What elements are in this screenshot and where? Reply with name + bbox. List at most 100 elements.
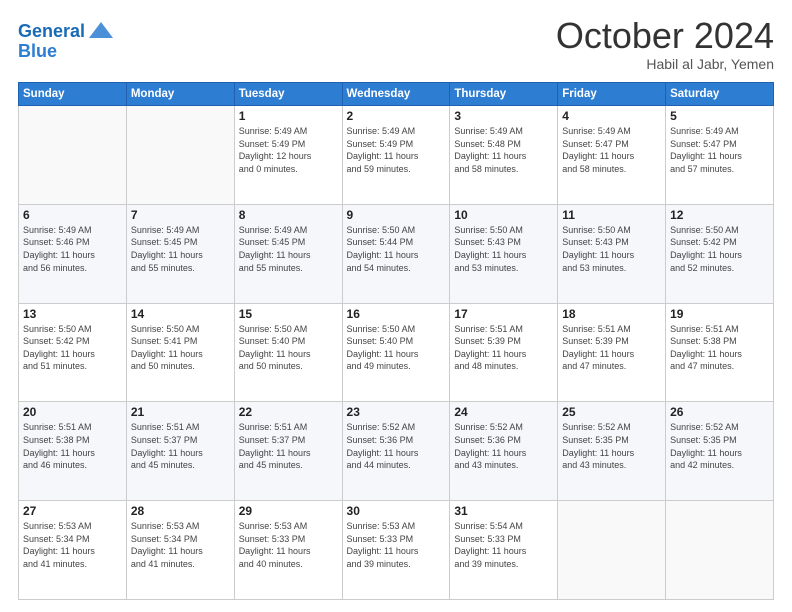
- day-number: 12: [670, 208, 769, 222]
- day-number: 18: [562, 307, 661, 321]
- day-info: Sunrise: 5:51 AM Sunset: 5:39 PM Dayligh…: [562, 323, 661, 373]
- day-number: 6: [23, 208, 122, 222]
- day-number: 8: [239, 208, 338, 222]
- day-info: Sunrise: 5:52 AM Sunset: 5:35 PM Dayligh…: [670, 421, 769, 471]
- calendar-cell: 6Sunrise: 5:49 AM Sunset: 5:46 PM Daylig…: [19, 204, 127, 303]
- day-number: 3: [454, 109, 553, 123]
- calendar-cell: 9 Sunrise: 5:50 AM Sunset: 5:44 PM Daylig…: [342, 204, 450, 303]
- day-info: Sunrise: 5:50 AM Sunset: 5:43 PM Dayligh…: [562, 224, 661, 274]
- day-number: 21: [131, 405, 230, 419]
- calendar-cell: 10 Sunrise: 5:50 AM Sunset: 5:43 PM Dayli…: [450, 204, 558, 303]
- day-number: 11: [562, 208, 661, 222]
- calendar-cell: 25Sunrise: 5:52 AM Sunset: 5:35 PM Dayli…: [558, 402, 666, 501]
- logo-text: General: [18, 22, 85, 42]
- day-number: 7: [131, 208, 230, 222]
- day-number: 29: [239, 504, 338, 518]
- day-info: Sunrise: 5:51 AM Sunset: 5:37 PM Dayligh…: [131, 421, 230, 471]
- day-info: Sunrise: 5:49 AM Sunset: 5:47 PM Dayligh…: [670, 125, 769, 175]
- calendar-cell: 3 Sunrise: 5:49 AM Sunset: 5:48 PM Daylig…: [450, 106, 558, 205]
- day-info: Sunrise: 5:50 AM Sunset: 5:42 PM Dayligh…: [23, 323, 122, 373]
- weekday-header: Friday: [558, 83, 666, 106]
- page: General Blue October 2024 Habil al Jabr,…: [0, 0, 792, 612]
- month-title: October 2024: [556, 18, 774, 54]
- calendar-cell: [126, 106, 234, 205]
- logo-blue: Blue: [18, 42, 57, 62]
- day-number: 16: [347, 307, 446, 321]
- weekday-header: Thursday: [450, 83, 558, 106]
- calendar-cell: 26 Sunrise: 5:52 AM Sunset: 5:35 PM Dayli…: [666, 402, 774, 501]
- day-info: Sunrise: 5:52 AM Sunset: 5:36 PM Dayligh…: [347, 421, 446, 471]
- header: General Blue October 2024 Habil al Jabr,…: [18, 18, 774, 72]
- calendar-week-row: 13 Sunrise: 5:50 AM Sunset: 5:42 PM Dayli…: [19, 303, 774, 402]
- calendar-cell: 20 Sunrise: 5:51 AM Sunset: 5:38 PM Dayli…: [19, 402, 127, 501]
- day-number: 1: [239, 109, 338, 123]
- day-info: Sunrise: 5:52 AM Sunset: 5:36 PM Dayligh…: [454, 421, 553, 471]
- day-info: Sunrise: 5:51 AM Sunset: 5:38 PM Dayligh…: [23, 421, 122, 471]
- day-info: Sunrise: 5:49 AM Sunset: 5:47 PM Dayligh…: [562, 125, 661, 175]
- calendar-week-row: 6Sunrise: 5:49 AM Sunset: 5:46 PM Daylig…: [19, 204, 774, 303]
- day-number: 31: [454, 504, 553, 518]
- calendar-cell: [19, 106, 127, 205]
- day-info: Sunrise: 5:49 AM Sunset: 5:49 PM Dayligh…: [239, 125, 338, 175]
- day-info: Sunrise: 5:53 AM Sunset: 5:33 PM Dayligh…: [347, 520, 446, 570]
- calendar-cell: 21 Sunrise: 5:51 AM Sunset: 5:37 PM Dayli…: [126, 402, 234, 501]
- day-number: 28: [131, 504, 230, 518]
- calendar-cell: 7 Sunrise: 5:49 AM Sunset: 5:45 PM Daylig…: [126, 204, 234, 303]
- logo-general: General: [18, 21, 85, 41]
- day-info: Sunrise: 5:49 AM Sunset: 5:45 PM Dayligh…: [131, 224, 230, 274]
- calendar-cell: 15Sunrise: 5:50 AM Sunset: 5:40 PM Dayli…: [234, 303, 342, 402]
- calendar-cell: 31 Sunrise: 5:54 AM Sunset: 5:33 PM Dayli…: [450, 501, 558, 600]
- calendar-cell: 12 Sunrise: 5:50 AM Sunset: 5:42 PM Dayli…: [666, 204, 774, 303]
- day-number: 27: [23, 504, 122, 518]
- calendar-cell: 8Sunrise: 5:49 AM Sunset: 5:45 PM Daylig…: [234, 204, 342, 303]
- calendar-cell: 17 Sunrise: 5:51 AM Sunset: 5:39 PM Dayli…: [450, 303, 558, 402]
- day-number: 17: [454, 307, 553, 321]
- day-info: Sunrise: 5:53 AM Sunset: 5:34 PM Dayligh…: [131, 520, 230, 570]
- day-number: 23: [347, 405, 446, 419]
- calendar-cell: 27 Sunrise: 5:53 AM Sunset: 5:34 PM Dayli…: [19, 501, 127, 600]
- weekday-header: Wednesday: [342, 83, 450, 106]
- calendar-cell: 4Sunrise: 5:49 AM Sunset: 5:47 PM Daylig…: [558, 106, 666, 205]
- day-info: Sunrise: 5:49 AM Sunset: 5:48 PM Dayligh…: [454, 125, 553, 175]
- title-block: October 2024 Habil al Jabr, Yemen: [556, 18, 774, 72]
- day-info: Sunrise: 5:51 AM Sunset: 5:39 PM Dayligh…: [454, 323, 553, 373]
- calendar-week-row: 1 Sunrise: 5:49 AM Sunset: 5:49 PM Daylig…: [19, 106, 774, 205]
- day-number: 9: [347, 208, 446, 222]
- day-number: 24: [454, 405, 553, 419]
- weekday-header: Saturday: [666, 83, 774, 106]
- day-info: Sunrise: 5:49 AM Sunset: 5:49 PM Dayligh…: [347, 125, 446, 175]
- day-info: Sunrise: 5:50 AM Sunset: 5:44 PM Dayligh…: [347, 224, 446, 274]
- day-number: 5: [670, 109, 769, 123]
- day-info: Sunrise: 5:53 AM Sunset: 5:34 PM Dayligh…: [23, 520, 122, 570]
- calendar-cell: 1 Sunrise: 5:49 AM Sunset: 5:49 PM Daylig…: [234, 106, 342, 205]
- day-info: Sunrise: 5:50 AM Sunset: 5:43 PM Dayligh…: [454, 224, 553, 274]
- logo: General Blue: [18, 18, 115, 62]
- day-info: Sunrise: 5:51 AM Sunset: 5:38 PM Dayligh…: [670, 323, 769, 373]
- day-number: 20: [23, 405, 122, 419]
- day-info: Sunrise: 5:50 AM Sunset: 5:40 PM Dayligh…: [347, 323, 446, 373]
- day-number: 14: [131, 307, 230, 321]
- calendar-cell: 16 Sunrise: 5:50 AM Sunset: 5:40 PM Dayli…: [342, 303, 450, 402]
- calendar-cell: [666, 501, 774, 600]
- calendar-cell: 11 Sunrise: 5:50 AM Sunset: 5:43 PM Dayli…: [558, 204, 666, 303]
- day-info: Sunrise: 5:50 AM Sunset: 5:42 PM Dayligh…: [670, 224, 769, 274]
- day-number: 26: [670, 405, 769, 419]
- calendar-cell: 19 Sunrise: 5:51 AM Sunset: 5:38 PM Dayli…: [666, 303, 774, 402]
- calendar-cell: 13 Sunrise: 5:50 AM Sunset: 5:42 PM Dayli…: [19, 303, 127, 402]
- day-info: Sunrise: 5:52 AM Sunset: 5:35 PM Dayligh…: [562, 421, 661, 471]
- day-number: 19: [670, 307, 769, 321]
- calendar-cell: 24 Sunrise: 5:52 AM Sunset: 5:36 PM Dayli…: [450, 402, 558, 501]
- day-number: 22: [239, 405, 338, 419]
- calendar-header-row: SundayMondayTuesdayWednesdayThursdayFrid…: [19, 83, 774, 106]
- calendar-cell: 5 Sunrise: 5:49 AM Sunset: 5:47 PM Daylig…: [666, 106, 774, 205]
- calendar-cell: 18 Sunrise: 5:51 AM Sunset: 5:39 PM Dayli…: [558, 303, 666, 402]
- calendar-table: SundayMondayTuesdayWednesdayThursdayFrid…: [18, 82, 774, 600]
- calendar-week-row: 27 Sunrise: 5:53 AM Sunset: 5:34 PM Dayli…: [19, 501, 774, 600]
- calendar-week-row: 20 Sunrise: 5:51 AM Sunset: 5:38 PM Dayli…: [19, 402, 774, 501]
- day-number: 2: [347, 109, 446, 123]
- calendar-cell: 28 Sunrise: 5:53 AM Sunset: 5:34 PM Dayli…: [126, 501, 234, 600]
- day-number: 13: [23, 307, 122, 321]
- calendar-cell: 14Sunrise: 5:50 AM Sunset: 5:41 PM Dayli…: [126, 303, 234, 402]
- day-number: 10: [454, 208, 553, 222]
- day-info: Sunrise: 5:54 AM Sunset: 5:33 PM Dayligh…: [454, 520, 553, 570]
